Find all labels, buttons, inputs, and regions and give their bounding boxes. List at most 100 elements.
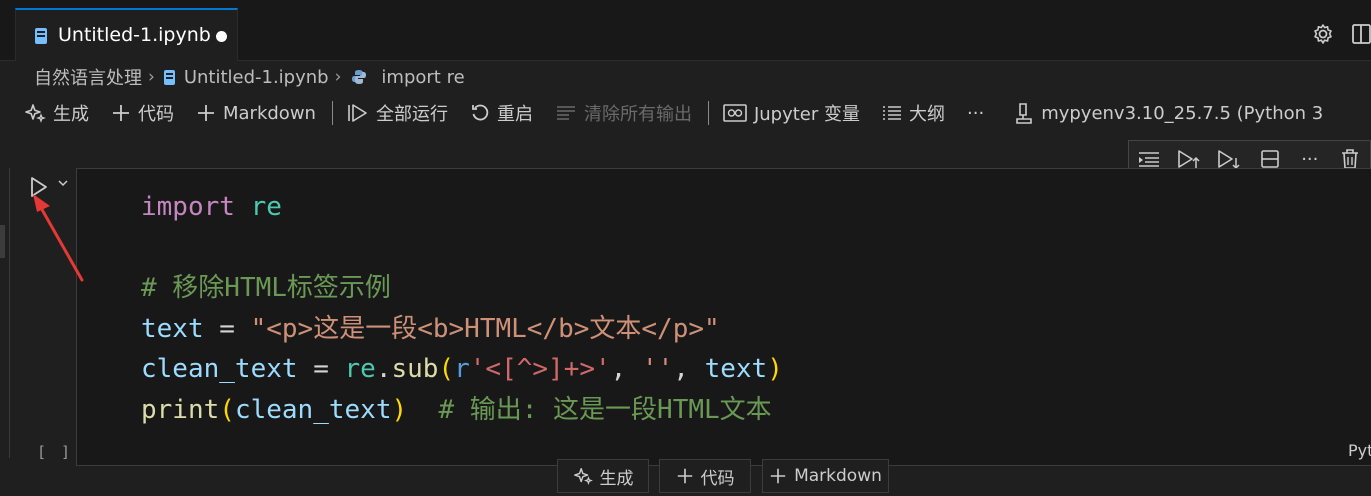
- outline-icon: [882, 103, 902, 123]
- module-token: re: [250, 192, 282, 222]
- gutter-line: [9, 168, 10, 458]
- outline-label: 大纲: [909, 104, 946, 125]
- operator-token: .: [375, 354, 392, 385]
- run-above-icon[interactable]: [1169, 148, 1209, 170]
- outline-button[interactable]: 大纲: [882, 100, 945, 126]
- chevron-down-icon[interactable]: [57, 178, 69, 188]
- split-editor-icon[interactable]: [1352, 24, 1371, 44]
- more-actions-button[interactable]: ···: [967, 103, 984, 124]
- string-prefix-token: r: [454, 354, 470, 385]
- trash-icon[interactable]: [1330, 148, 1370, 170]
- tab-title: Untitled-1.ipynb: [58, 24, 211, 46]
- function-token: sub: [391, 354, 439, 385]
- regex-token: <[^>]+>: [485, 354, 595, 385]
- insert-generate-label: 生成: [599, 468, 634, 489]
- execution-count: [ ]: [37, 443, 74, 461]
- add-markdown-cell-button[interactable]: Markdown: [196, 103, 316, 124]
- plus-icon: [111, 103, 131, 123]
- kernel-picker[interactable]: mypyenv3.10_25.7.5 (Python 3: [1014, 102, 1323, 124]
- paren-token: (: [219, 394, 235, 425]
- variables-button[interactable]: Jupyter 变量: [723, 100, 860, 126]
- run-all-label: 全部运行: [375, 104, 448, 125]
- split-cell-icon[interactable]: [1250, 149, 1290, 169]
- chevron-right-icon: ›: [334, 67, 342, 87]
- insert-code-label: 代码: [700, 468, 735, 489]
- operator-token: =: [203, 313, 251, 344]
- run-all-icon: [347, 102, 369, 124]
- python-icon: [351, 69, 367, 85]
- notebook-toolbar: 生成 代码 Markdown 全部运行 重启 清除所有输出 Jupyter 变量…: [24, 97, 1323, 129]
- breadcrumb-folder[interactable]: 自然语言处理: [34, 64, 142, 90]
- scroll-indicator: [0, 225, 5, 258]
- breadcrumb-file[interactable]: Untitled-1.ipynb: [184, 67, 329, 88]
- variables-label: Jupyter 变量: [753, 104, 861, 125]
- kernel-label: mypyenv3.10_25.7.5 (Python 3: [1041, 102, 1324, 124]
- generate-button[interactable]: 生成: [24, 100, 89, 126]
- markdown-label: Markdown: [223, 102, 316, 124]
- breadcrumb-symbol[interactable]: import re: [381, 67, 464, 88]
- run-all-button[interactable]: 全部运行: [347, 100, 448, 126]
- module-token: re: [344, 354, 376, 385]
- plus-icon: [769, 467, 787, 485]
- more-icon[interactable]: ···: [1290, 149, 1330, 170]
- gear-icon[interactable]: [1312, 23, 1334, 45]
- code-line: import re: [141, 192, 282, 222]
- code-line: text = "<p>这是一段<b>HTML</b>文本</p>": [141, 314, 720, 344]
- plus-icon: [676, 467, 694, 485]
- function-token: print: [141, 394, 220, 425]
- annotation-arrow: [33, 194, 84, 282]
- operator-token: ,: [673, 354, 705, 385]
- operator-token: =: [297, 354, 345, 385]
- string-token: '': [641, 354, 674, 385]
- clear-outputs-label: 清除所有输出: [583, 104, 692, 125]
- toolbar-divider: [707, 101, 709, 125]
- add-code-cell-button[interactable]: 代码: [111, 100, 174, 126]
- operator-token: ,: [610, 354, 642, 385]
- comment-token: # 输出: 这是一段HTML文本: [407, 394, 772, 425]
- unsaved-dot-icon[interactable]: [216, 31, 227, 42]
- kernel-icon: [1014, 102, 1034, 124]
- comment-token: # 移除HTML标签示例: [141, 273, 391, 304]
- notebook-icon: [163, 69, 176, 86]
- editor-tab-bar: Untitled-1.ipynb: [0, 0, 1371, 61]
- chevron-right-icon: ›: [148, 67, 155, 87]
- string-token: ': [595, 354, 611, 385]
- sparkle-icon: [573, 466, 593, 486]
- string-token: "<p>这是一段<b>HTML</b>文本</p>": [250, 313, 720, 344]
- breadcrumb: 自然语言处理 › Untitled-1.ipynb › import re: [34, 63, 465, 91]
- code-line: # 移除HTML标签示例: [141, 273, 391, 303]
- generate-label: 生成: [53, 104, 89, 125]
- variable-token: text: [141, 313, 204, 344]
- code-content[interactable]: import re # 移除HTML标签示例 text = "<p>这是一段<b…: [141, 187, 783, 431]
- more-icon: ···: [967, 102, 985, 124]
- restart-icon: [470, 103, 490, 123]
- paren-token: (: [438, 354, 455, 385]
- plus-icon: [196, 103, 216, 123]
- toolbar-divider: [331, 101, 333, 125]
- restart-label: 重启: [496, 104, 533, 125]
- run-below-icon[interactable]: [1209, 148, 1249, 170]
- cell-language-label[interactable]: Pyt: [1348, 441, 1371, 460]
- restart-button[interactable]: 重启: [470, 100, 533, 126]
- insert-markdown-label: Markdown: [794, 466, 882, 486]
- insert-markdown-button[interactable]: Markdown: [762, 459, 889, 493]
- keyword-token: import: [141, 192, 235, 222]
- paren-token: ): [767, 354, 783, 385]
- string-token: ': [469, 354, 486, 385]
- variable-token: text: [704, 354, 768, 385]
- editor-tab[interactable]: Untitled-1.ipynb: [15, 8, 238, 61]
- clear-icon: [555, 103, 577, 123]
- paren-token: ): [391, 394, 408, 425]
- variable-token: clean_text: [234, 394, 392, 425]
- clear-outputs-button[interactable]: 清除所有输出: [555, 100, 692, 126]
- code-line: print(clean_text) # 输出: 这是一段HTML文本: [141, 395, 772, 425]
- notebook-icon: [34, 27, 48, 45]
- insert-generate-button[interactable]: 生成: [557, 459, 649, 493]
- insert-code-button[interactable]: 代码: [659, 459, 751, 493]
- variable-token: clean_text: [141, 354, 298, 385]
- code-line: clean_text = re.sub(r'<[^>]+>', '', text…: [141, 354, 783, 384]
- sparkle-icon: [24, 102, 46, 124]
- code-label: 代码: [138, 104, 174, 125]
- run-next-icon[interactable]: [1129, 149, 1169, 169]
- variables-icon: [723, 103, 747, 123]
